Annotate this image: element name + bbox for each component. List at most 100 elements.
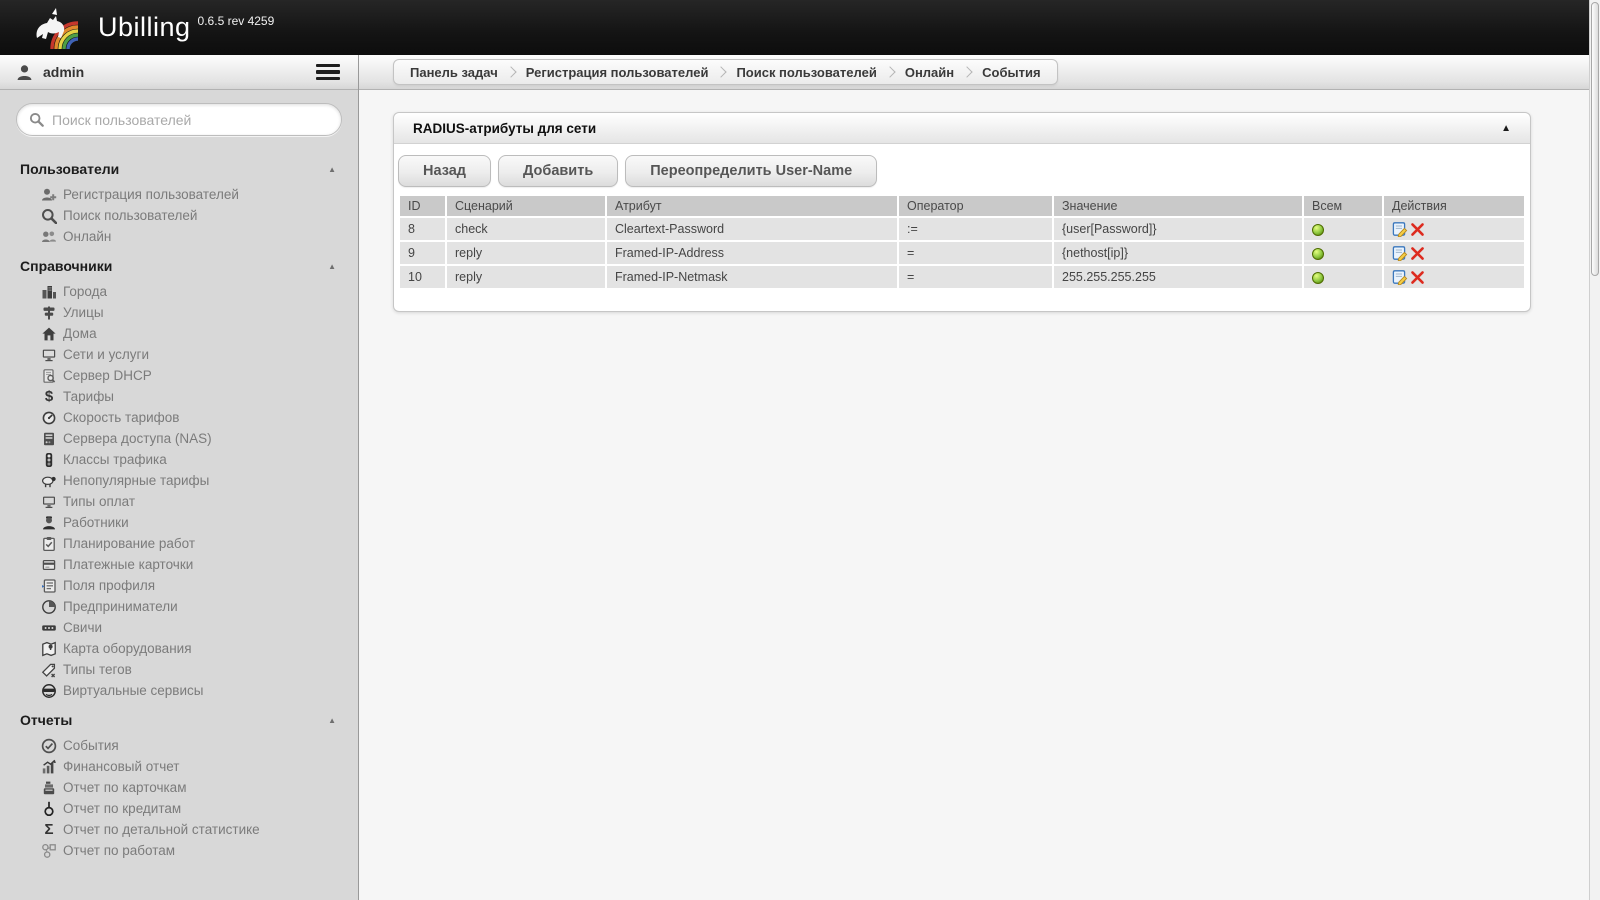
hamburger-menu-icon[interactable]	[314, 59, 342, 86]
breadcrumb-bar: Панель задач Регистрация пользователей Пои…	[359, 55, 1600, 90]
sidebar-item-label: Виртуальные сервисы	[63, 683, 204, 698]
sidebar-item-equipment-map[interactable]: Карта оборудования	[0, 638, 358, 659]
sidebar-section-users[interactable]: Пользователи ▲	[0, 150, 358, 184]
sidebar-item-work-nodes[interactable]: Отчет по работам	[0, 840, 358, 861]
sidebar-item-credit-noose[interactable]: Отчет по кредитам	[0, 798, 358, 819]
delete-icon[interactable]	[1410, 246, 1425, 261]
sidebar-item-users-online[interactable]: Онлайн	[0, 226, 358, 247]
sidebar-item-mask[interactable]: Виртуальные сервисы	[0, 680, 358, 701]
sidebar-item-finance-chart[interactable]: Финансовый отчет	[0, 756, 358, 777]
users-online-icon	[40, 228, 58, 245]
sidebar-item-clipboard[interactable]: Планирование работ	[0, 533, 358, 554]
section-collapse-arrow-icon[interactable]: ▲	[328, 165, 336, 174]
payment-card-icon	[40, 556, 58, 573]
redefine-username-button[interactable]: Переопределить User-Name	[625, 155, 878, 187]
breadcrumb-item[interactable]: Панель задач	[410, 65, 498, 80]
sidebar-item-street[interactable]: Улицы	[0, 302, 358, 323]
delete-icon[interactable]	[1410, 270, 1425, 285]
cell-value: {user[Password]}	[1054, 218, 1302, 240]
breadcrumb-separator-icon	[884, 66, 896, 78]
sidebar-item-label: Свичи	[63, 620, 103, 635]
sidebar-item-label: Регистрация пользователей	[63, 187, 239, 202]
cell-operator: =	[899, 266, 1052, 288]
breadcrumb-separator-icon	[961, 66, 973, 78]
cell-value: {nethost[ip]}	[1054, 242, 1302, 264]
sidebar-item-switch[interactable]: Свичи	[0, 617, 358, 638]
user-avatar-icon	[17, 64, 32, 80]
sidebar-item-network[interactable]: Сети и услуги	[0, 344, 358, 365]
sidebar-item-sigma[interactable]: Σ Отчет по детальной статистике	[0, 819, 358, 840]
sidebar-item-label: Города	[63, 284, 108, 299]
sidebar-item-house[interactable]: Дома	[0, 323, 358, 344]
sidebar: admin Пользователи ▲ Регистрация пользоват…	[0, 55, 359, 900]
cell-id: 8	[400, 218, 445, 240]
search-input[interactable]	[52, 111, 329, 128]
add-button[interactable]: Добавить	[498, 155, 619, 187]
breadcrumb: Панель задач Регистрация пользователей Пои…	[393, 59, 1058, 85]
sidebar-item-label: Поля профиля	[63, 578, 156, 593]
sidebar-item-payment-terminal[interactable]: Типы оплат	[0, 491, 358, 512]
sidebar-item-dhcp-server[interactable]: Сервер DHCP	[0, 365, 358, 386]
breadcrumb-separator-icon	[715, 66, 728, 78]
brand-title: Ubilling	[98, 12, 191, 42]
sidebar-item-user-search[interactable]: Поиск пользователей	[0, 205, 358, 226]
status-green-orb-icon	[1312, 247, 1324, 260]
pie-chart-icon	[40, 598, 58, 615]
sidebar-item-pie-chart[interactable]: Предприниматели	[0, 596, 358, 617]
sidebar-item-dollar[interactable]: $ Тарифы	[0, 386, 358, 407]
cash-register-icon	[40, 779, 58, 796]
vertical-scrollbar-track[interactable]	[1589, 0, 1600, 900]
sidebar-item-sheep[interactable]: Непопулярные тарифы	[0, 470, 358, 491]
column-header: ID	[400, 196, 445, 216]
section-collapse-arrow-icon[interactable]: ▲	[328, 262, 336, 271]
sidebar-item-event-check[interactable]: События	[0, 735, 358, 756]
panel-collapse-arrow-icon[interactable]: ▲	[1501, 123, 1511, 134]
section-collapse-arrow-icon[interactable]: ▲	[328, 716, 336, 725]
sidebar-section-directories[interactable]: Справочники ▲	[0, 247, 358, 281]
radius-attributes-table: ID Сценарий Атрибут Оператор Значение Всем Дей…	[398, 194, 1526, 290]
credit-noose-icon	[40, 800, 58, 817]
edit-icon[interactable]	[1392, 245, 1408, 261]
sidebar-item-worker[interactable]: Работники	[0, 512, 358, 533]
sidebar-section-reports[interactable]: Отчеты ▲	[0, 701, 358, 735]
sidebar-item-label: Онлайн	[63, 229, 112, 244]
sidebar-item-label: Поиск пользователей	[63, 208, 198, 223]
sidebar-item-label: Работники	[63, 515, 129, 530]
sidebar-item-label: Типы тегов	[63, 662, 132, 677]
sidebar-item-city[interactable]: Города	[0, 281, 358, 302]
vertical-scrollbar-thumb[interactable]	[1591, 2, 1599, 276]
cell-actions	[1384, 242, 1524, 264]
sidebar-item-nas-server[interactable]: Сервера доступа (NAS)	[0, 428, 358, 449]
traffic-light-icon	[40, 451, 58, 468]
sidebar-item-cash-register[interactable]: Отчет по карточкам	[0, 777, 358, 798]
sidebar-item-label: Карта оборудования	[63, 641, 192, 656]
table-row: 9 reply Framed-IP-Address = {nethost[ip]}	[400, 242, 1524, 264]
column-header: Значение	[1054, 196, 1302, 216]
sidebar-item-speedometer[interactable]: Скорость тарифов	[0, 407, 358, 428]
edit-icon[interactable]	[1392, 221, 1408, 237]
breadcrumb-item[interactable]: Регистрация пользователей	[526, 65, 709, 80]
sidebar-nav: Пользователи ▲ Регистрация пользователей По…	[0, 144, 358, 867]
sidebar-item-label: Предприниматели	[63, 599, 178, 614]
event-check-icon	[40, 737, 58, 754]
ubilling-unicorn-rainbow-logo	[36, 7, 79, 49]
sheep-icon	[40, 472, 58, 489]
sidebar-item-tag[interactable]: Типы тегов	[0, 659, 358, 680]
clipboard-icon	[40, 535, 58, 552]
dollar-icon: $	[44, 388, 54, 405]
sidebar-item-profile-fields[interactable]: Поля профиля	[0, 575, 358, 596]
breadcrumb-item[interactable]: Поиск пользователей	[736, 65, 876, 80]
cell-actions	[1384, 266, 1524, 288]
worker-icon	[40, 514, 58, 531]
breadcrumb-item[interactable]: Онлайн	[905, 65, 954, 80]
radius-attributes-panel: RADIUS-атрибуты для сети ▲ Назад Добавить…	[393, 112, 1531, 312]
sidebar-item-payment-card[interactable]: Платежные карточки	[0, 554, 358, 575]
sidebar-item-traffic-light[interactable]: Классы трафика	[0, 449, 358, 470]
back-button[interactable]: Назад	[398, 155, 491, 187]
sidebar-item-user-add[interactable]: Регистрация пользователей	[0, 184, 358, 205]
breadcrumb-item[interactable]: События	[982, 65, 1040, 80]
section-title: Пользователи	[20, 161, 120, 177]
edit-icon[interactable]	[1392, 269, 1408, 285]
delete-icon[interactable]	[1410, 222, 1425, 237]
nas-server-icon	[40, 430, 58, 447]
